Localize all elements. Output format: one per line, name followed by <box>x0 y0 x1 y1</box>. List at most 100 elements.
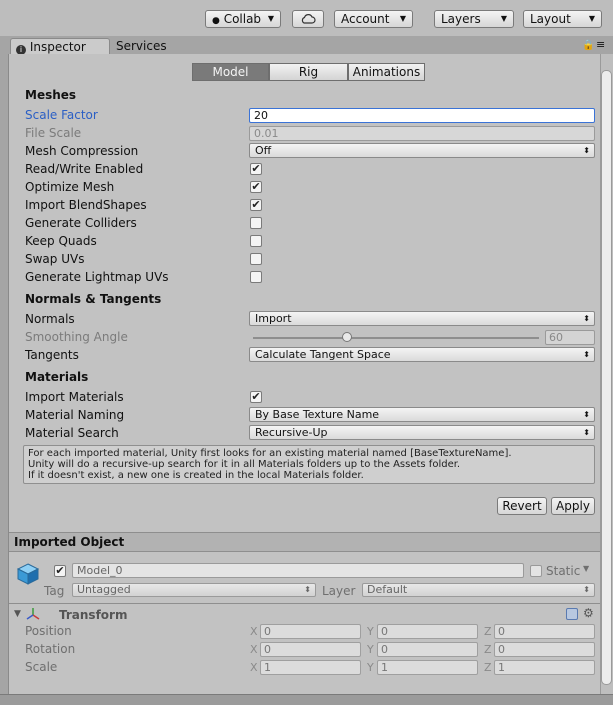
optimize-mesh-checkbox[interactable]: ✔ <box>250 181 262 193</box>
help-book-icon[interactable] <box>566 608 578 620</box>
materials-heading: Materials <box>25 370 89 384</box>
model-cube-icon <box>16 563 40 585</box>
import-blendshapes-checkbox[interactable]: ✔ <box>250 199 262 211</box>
check-icon: ✔ <box>251 162 261 175</box>
optimize-mesh-label: Optimize Mesh <box>25 180 115 194</box>
collab-dot-icon: ● <box>212 16 220 26</box>
help-line: Unity will do a recursive-up search for … <box>28 459 461 470</box>
normals-dropdown[interactable]: Import ⬍ <box>249 311 595 326</box>
material-naming-label: Material Naming <box>25 408 125 422</box>
updown-caret-icon: ⬍ <box>583 585 590 594</box>
mesh-compression-dropdown[interactable]: Off ⬍ <box>249 143 595 158</box>
scale-z-field[interactable]: 1 <box>494 660 595 675</box>
tangents-dropdown[interactable]: Calculate Tangent Space ⬍ <box>249 347 595 362</box>
tag-label: Tag <box>44 584 65 598</box>
smoothing-angle-slider-track[interactable] <box>253 337 539 339</box>
check-icon: ✔ <box>55 564 65 577</box>
scale-factor-label: Scale Factor <box>25 108 98 122</box>
updown-caret-icon: ⬍ <box>583 410 590 419</box>
position-z-field[interactable]: 0 <box>494 624 595 639</box>
help-line: For each imported material, Unity first … <box>28 448 512 459</box>
scale-y-field[interactable]: 1 <box>377 660 478 675</box>
tab-model[interactable]: Model <box>192 63 269 81</box>
scale-label: Scale <box>25 660 58 674</box>
file-scale-label: File Scale <box>25 126 82 140</box>
check-icon: ✔ <box>251 390 261 403</box>
transform-axes-icon <box>26 608 40 620</box>
swap-uvs-checkbox[interactable] <box>250 253 262 265</box>
axis-x-label[interactable]: X <box>250 661 258 674</box>
imported-object-header: Imported Object <box>9 532 600 552</box>
generate-lightmap-uvs-checkbox[interactable] <box>250 271 262 283</box>
smoothing-angle-label: Smoothing Angle <box>25 330 128 344</box>
tab-services[interactable]: Services <box>116 38 167 55</box>
rotation-label: Rotation <box>25 642 76 656</box>
mesh-compression-label: Mesh Compression <box>25 144 139 158</box>
material-naming-dropdown[interactable]: By Base Texture Name ⬍ <box>249 407 595 422</box>
file-scale-field: 0.01 <box>249 126 595 141</box>
layout-dropdown[interactable]: Layout ▼ <box>523 10 602 28</box>
import-materials-label: Import Materials <box>25 390 124 404</box>
material-search-dropdown[interactable]: Recursive-Up ⬍ <box>249 425 595 440</box>
layer-dropdown[interactable]: Default ⬍ <box>362 583 595 597</box>
rotation-y-field[interactable]: 0 <box>377 642 478 657</box>
tab-inspector[interactable]: i Inspector <box>10 38 110 55</box>
axis-x-label[interactable]: X <box>250 625 258 638</box>
position-x-field[interactable]: 0 <box>260 624 361 639</box>
updown-caret-icon: ⬍ <box>583 428 590 437</box>
foldout-arrow-icon[interactable]: ▼ <box>14 609 21 619</box>
swap-uvs-label: Swap UVs <box>25 252 85 266</box>
axis-y-label[interactable]: Y <box>367 625 374 638</box>
tab-rig[interactable]: Rig <box>269 63 348 81</box>
keep-quads-checkbox[interactable] <box>250 235 262 247</box>
static-dropdown-chevron-icon[interactable]: ▼ <box>583 564 589 573</box>
layers-dropdown[interactable]: Layers ▼ <box>434 10 514 28</box>
account-dropdown[interactable]: Account ▼ <box>334 10 413 28</box>
read-write-checkbox[interactable]: ✔ <box>250 163 262 175</box>
axis-z-label[interactable]: Z <box>484 661 492 674</box>
tab-animations[interactable]: Animations <box>348 63 425 81</box>
material-search-label: Material Search <box>25 426 119 440</box>
collab-button[interactable]: ● Collab ▼ <box>205 10 281 28</box>
position-y-field[interactable]: 0 <box>377 624 478 639</box>
rotation-z-field[interactable]: 0 <box>494 642 595 657</box>
check-icon: ✔ <box>251 198 261 211</box>
cloud-icon <box>301 14 316 24</box>
scale-x-field[interactable]: 1 <box>260 660 361 675</box>
cloud-button[interactable] <box>292 10 324 28</box>
chevron-down-icon: ▼ <box>588 14 595 23</box>
axis-z-label[interactable]: Z <box>484 643 492 656</box>
scale-factor-input[interactable]: 20 <box>249 108 595 123</box>
gear-icon[interactable]: ⚙ <box>583 606 594 620</box>
active-checkbox[interactable]: ✔ <box>54 565 66 577</box>
axis-x-label[interactable]: X <box>250 643 258 656</box>
axis-z-label[interactable]: Z <box>484 625 492 638</box>
check-icon: ✔ <box>251 180 261 193</box>
bottom-edge <box>0 694 613 705</box>
axis-y-label[interactable]: Y <box>367 661 374 674</box>
layer-label: Layer <box>322 584 356 598</box>
revert-button[interactable]: Revert <box>497 497 547 515</box>
object-name-field[interactable]: Model_0 <box>72 563 524 578</box>
tag-dropdown[interactable]: Untagged ⬍ <box>72 583 316 597</box>
generate-colliders-label: Generate Colliders <box>25 216 137 230</box>
normals-label: Normals <box>25 312 75 326</box>
apply-button[interactable]: Apply <box>551 497 595 515</box>
help-line: If it doesn't exist, a new one is create… <box>28 470 364 481</box>
static-label: Static <box>546 564 581 578</box>
scrollbar-thumb[interactable] <box>601 70 612 685</box>
generate-colliders-checkbox[interactable] <box>250 217 262 229</box>
meshes-heading: Meshes <box>25 88 77 102</box>
updown-caret-icon: ⬍ <box>583 314 590 323</box>
panel-menu-icon[interactable]: ≡ <box>596 38 605 51</box>
read-write-label: Read/Write Enabled <box>25 162 144 176</box>
rotation-x-field[interactable]: 0 <box>260 642 361 657</box>
chevron-down-icon: ▼ <box>500 14 507 23</box>
smoothing-angle-field[interactable]: 60 <box>545 330 595 345</box>
lock-icon[interactable]: 🔒 <box>582 40 594 51</box>
updown-caret-icon: ⬍ <box>304 585 311 594</box>
axis-y-label[interactable]: Y <box>367 643 374 656</box>
transform-heading: Transform <box>59 608 128 622</box>
static-checkbox[interactable] <box>530 565 542 577</box>
import-materials-checkbox[interactable]: ✔ <box>250 391 262 403</box>
